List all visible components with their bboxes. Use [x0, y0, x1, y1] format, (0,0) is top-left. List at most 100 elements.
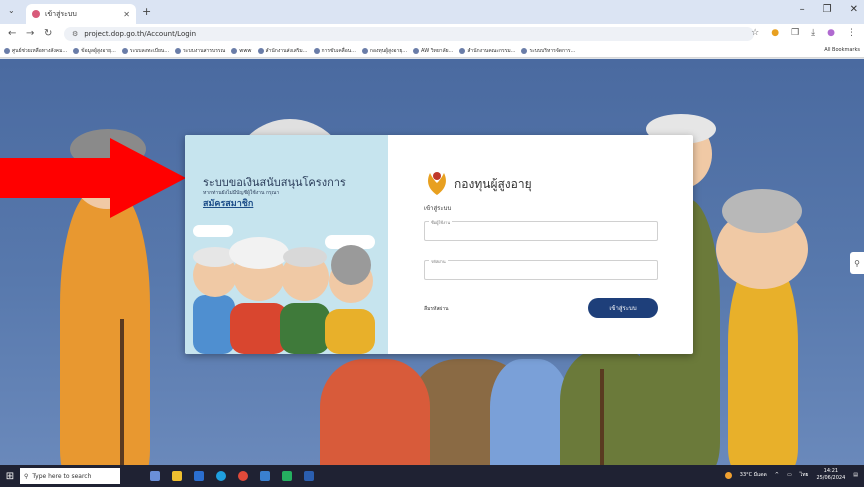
weather-text[interactable]: 33°C มีแดด: [740, 471, 767, 479]
taskbar-search-placeholder: Type here to search: [32, 472, 92, 480]
window-controls: – ❐ ✕: [800, 4, 858, 15]
restore-icon[interactable]: ❐: [823, 4, 832, 15]
download-icon[interactable]: ⤓: [811, 28, 815, 38]
bookmark-item[interactable]: กองทุนผู้สูงอายุ...: [361, 47, 407, 55]
bookmarks-bar: ศูนย์ช่วยเหลือทางสังคม... ข้อมูลผู้สูงอา…: [0, 44, 864, 58]
bookmark-item[interactable]: ระบบบริหารจัดการ...: [521, 47, 575, 55]
forward-icon[interactable]: →: [26, 28, 34, 39]
close-tab-icon[interactable]: ✕: [123, 10, 130, 19]
red-arrow-annotation: [0, 138, 186, 218]
site-info-icon[interactable]: ⚙: [72, 30, 78, 38]
brand-name: กองทุนผู้สูงอายุ: [454, 177, 532, 191]
bookmark-item[interactable]: ระบบลงทะเบียน...: [121, 47, 169, 55]
elderly-group-illustration: [193, 237, 375, 354]
taskbar-apps: [150, 471, 314, 481]
windows-taskbar: ⊞ ⚲ Type here to search 33°C มีแดด ^ ▭ ไ…: [0, 465, 864, 487]
word-icon[interactable]: [194, 471, 204, 481]
browser-tab[interactable]: เข้าสู่ระบบ ✕: [26, 4, 136, 24]
fund-logo-icon: [428, 172, 446, 195]
bookmark-favicon-icon: [521, 47, 528, 54]
browser-tabstrip: ⌄ เข้าสู่ระบบ ✕ + – ❐ ✕: [0, 0, 864, 24]
back-icon[interactable]: ←: [8, 28, 16, 39]
login-card: ระบบขอเงินสนับสนุนโครงการ หากท่านยังไม่ม…: [185, 135, 693, 354]
mail-icon[interactable]: [260, 471, 270, 481]
logo-head: [433, 172, 441, 180]
illustration-person: [490, 359, 570, 465]
bookmark-star-icon[interactable]: ☆: [751, 28, 759, 38]
login-button[interactable]: เข้าสู่ระบบ: [588, 298, 658, 318]
bookmark-favicon-icon: [175, 47, 182, 54]
reload-icon[interactable]: ↻: [44, 28, 52, 39]
password-input[interactable]: [425, 261, 657, 279]
illustration-person: [728, 259, 798, 465]
minimize-icon[interactable]: –: [800, 4, 805, 15]
all-bookmarks-button[interactable]: All Bookmarks: [824, 47, 860, 53]
bookmark-favicon-icon: [121, 47, 128, 54]
bookmark-item[interactable]: AW วิทยาลัย...: [413, 47, 453, 55]
weather-sun-icon: [724, 471, 732, 479]
password-field: รหัสผ่าน: [424, 258, 658, 280]
close-window-icon[interactable]: ✕: [850, 4, 858, 15]
bookmark-item[interactable]: ศูนย์ช่วยเหลือทางสังคม...: [4, 47, 67, 55]
word-doc-icon[interactable]: [304, 471, 314, 481]
language-indicator[interactable]: ไทย: [800, 471, 809, 479]
card-illustration-panel: ระบบขอเงินสนับสนุนโครงการ หากท่านยังไม่ม…: [185, 135, 388, 354]
illustration-person: [320, 359, 430, 465]
bookmark-item[interactable]: สำนักงานคณะกรรม...: [459, 47, 515, 55]
extension-icon[interactable]: ●: [771, 28, 779, 38]
person-body: [280, 303, 330, 354]
clock-time: 14:21: [823, 468, 839, 474]
forgot-password-link[interactable]: ลืมรหัสผ่าน: [424, 305, 449, 313]
tab-list-icon[interactable]: ⌄: [8, 6, 15, 15]
bookmark-item[interactable]: www: [231, 47, 252, 54]
clock-date: 25/06/2024: [816, 475, 846, 481]
bookmark-item[interactable]: สำนักงานส่งเสริม...: [257, 47, 308, 55]
bookmark-item[interactable]: ข้อมูลผู้สูงอายุ...: [73, 47, 116, 55]
taskbar-search-box[interactable]: ⚲ Type here to search: [20, 468, 120, 484]
new-tab-icon[interactable]: +: [142, 5, 151, 18]
login-form-panel: กองทุนผู้สูงอายุ เข้าสู่ระบบ ชื่อผู้ใช้ง…: [388, 135, 693, 354]
bookmark-favicon-icon: [313, 47, 320, 54]
bookmark-item[interactable]: การขับเคลื่อน...: [313, 47, 356, 55]
person-body: [193, 295, 235, 354]
task-view-icon[interactable]: [150, 471, 160, 481]
username-field: ชื่อผู้ใช้งาน: [424, 219, 658, 241]
illustration-person: [60, 189, 150, 465]
bookmark-favicon-icon: [73, 47, 80, 54]
illustration-cane: [600, 369, 604, 465]
bookmark-favicon-icon: [4, 47, 10, 54]
start-windows-icon[interactable]: ⊞: [0, 465, 20, 487]
illustration-hair: [722, 189, 802, 233]
chrome-icon[interactable]: [238, 471, 248, 481]
taskbar-search-icon: ⚲: [24, 472, 29, 480]
username-input[interactable]: [425, 222, 657, 240]
tray-chevron-icon[interactable]: ^: [775, 472, 779, 478]
url-input[interactable]: ⚙ project.dop.go.th/Account/Login: [64, 27, 754, 41]
bookmark-item[interactable]: ระบบงานสารบรรณ: [175, 47, 225, 55]
tab-title: เข้าสู่ระบบ: [45, 9, 77, 18]
line-app-icon[interactable]: [282, 471, 292, 481]
toolbar-icons: ☆ ● ❒ ⤓ ● ⋮: [751, 28, 856, 38]
person-body: [325, 309, 375, 354]
register-link[interactable]: สมัครสมาชิก: [203, 196, 253, 210]
network-icon[interactable]: ▭: [787, 472, 792, 478]
bookmark-favicon-icon: [231, 47, 238, 54]
profile-avatar-icon[interactable]: ●: [827, 28, 835, 38]
bookmark-favicon-icon: [361, 47, 368, 54]
edge-icon[interactable]: [216, 471, 226, 481]
person-hair: [331, 245, 371, 285]
url-text: project.dop.go.th/Account/Login: [84, 30, 197, 38]
extensions-puzzle-icon[interactable]: ❒: [791, 28, 799, 38]
bookmark-favicon-icon: [257, 47, 264, 54]
file-explorer-icon[interactable]: [172, 471, 182, 481]
person-body: [230, 303, 288, 354]
arrow-shape: [0, 138, 186, 218]
menu-kebab-icon[interactable]: ⋮: [847, 28, 856, 38]
notification-icon[interactable]: ▤: [853, 472, 858, 478]
taskbar-clock[interactable]: 14:21 25/06/2024: [816, 468, 845, 482]
person-hair: [283, 247, 327, 267]
illustration-cane: [120, 319, 124, 465]
bookmark-favicon-icon: [459, 47, 466, 54]
person-hair: [229, 237, 289, 269]
side-search-icon[interactable]: ⚲: [850, 252, 864, 274]
